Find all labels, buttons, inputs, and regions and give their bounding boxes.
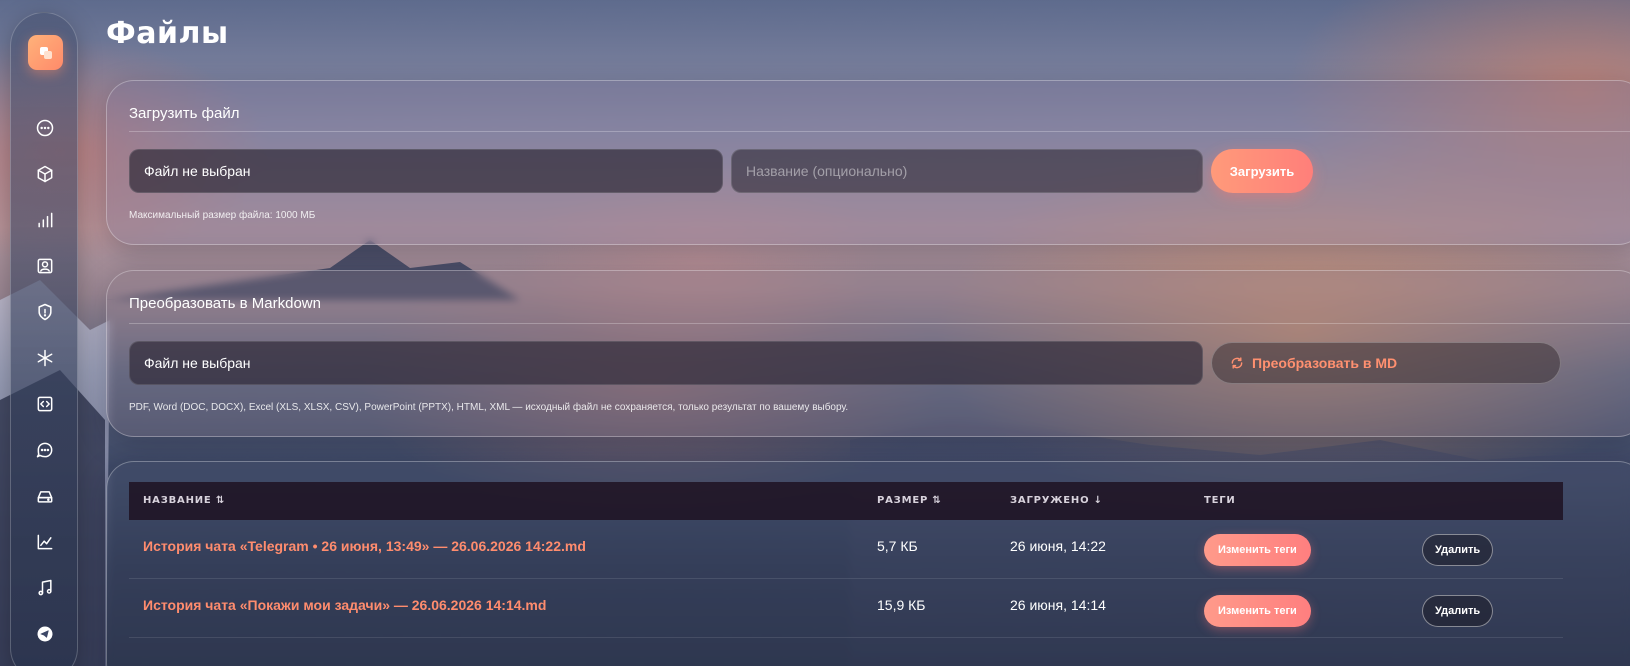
convert-card: Преобразовать в Markdown Файл не выбран … (106, 270, 1630, 437)
edit-tags-button[interactable]: Изменить теги (1204, 595, 1311, 627)
file-name-link[interactable]: История чата «Покажи мои задачи» — 26.06… (143, 597, 546, 613)
bar-chart-icon[interactable] (34, 209, 56, 231)
chat-icon[interactable] (34, 117, 56, 139)
chat-bubble-icon[interactable] (34, 439, 56, 461)
delete-button[interactable]: Удалить (1422, 534, 1494, 566)
logo-icon (39, 46, 52, 59)
app-logo[interactable] (28, 35, 63, 70)
refresh-icon (1231, 357, 1243, 369)
convert-file-picker-label: Файл не выбран (144, 355, 251, 371)
upload-card: Загрузить файл Файл не выбран Загрузить … (106, 80, 1630, 245)
code-icon[interactable] (34, 393, 56, 415)
file-name-link[interactable]: История чата «Telegram • 26 июня, 13:49»… (143, 538, 586, 554)
sidebar (10, 12, 78, 666)
convert-to-md-button[interactable]: Преобразовать в MD (1211, 342, 1561, 384)
table-row: История чата «Telegram • 26 июня, 13:49»… (129, 520, 1563, 579)
shield-icon[interactable] (34, 301, 56, 323)
table-header: НАЗВАНИЕ ⇅ РАЗМЕР ⇅ ЗАГРУЖЕНО ↓ ТЕГИ (129, 482, 1563, 520)
delete-button[interactable]: Удалить (1422, 595, 1494, 627)
edit-tags-button[interactable]: Изменить теги (1204, 534, 1311, 566)
files-table-card: НАЗВАНИЕ ⇅ РАЗМЕР ⇅ ЗАГРУЖЕНО ↓ ТЕГИ Ист… (106, 461, 1630, 666)
convert-hint: PDF, Word (DOC, DOCX), Excel (XLS, XLSX,… (129, 402, 849, 413)
convert-heading: Преобразовать в Markdown (129, 295, 321, 312)
convert-to-md-label: Преобразовать в MD (1252, 355, 1398, 371)
column-header-size[interactable]: РАЗМЕР ⇅ (877, 495, 942, 506)
file-name-input[interactable] (731, 149, 1203, 193)
upload-hint: Максимальный размер файла: 1000 МБ (129, 210, 316, 221)
upload-heading: Загрузить файл (129, 105, 240, 122)
upload-file-picker[interactable]: Файл не выбран (129, 149, 723, 193)
contact-icon[interactable] (34, 255, 56, 277)
convert-divider (129, 323, 1630, 324)
file-uploaded-date: 26 июня, 14:22 (1010, 538, 1106, 554)
table-row: История чата «Покажи мои задачи» — 26.06… (129, 579, 1563, 638)
drive-icon[interactable] (34, 485, 56, 507)
upload-file-picker-label: Файл не выбран (144, 163, 251, 179)
trend-chart-icon[interactable] (34, 531, 56, 553)
column-header-tags: ТЕГИ (1204, 495, 1236, 506)
telegram-icon[interactable] (34, 623, 56, 645)
file-size: 15,9 КБ (877, 597, 926, 613)
file-uploaded-date: 26 июня, 14:14 (1010, 597, 1106, 613)
asterisk-icon[interactable] (34, 347, 56, 369)
music-icon[interactable] (34, 577, 56, 599)
upload-divider (129, 131, 1630, 132)
box-icon[interactable] (34, 163, 56, 185)
column-header-uploaded[interactable]: ЗАГРУЖЕНО ↓ (1010, 495, 1103, 506)
page-title: Файлы (106, 16, 229, 51)
convert-file-picker[interactable]: Файл не выбран (129, 341, 1203, 385)
upload-button[interactable]: Загрузить (1211, 149, 1313, 193)
file-size: 5,7 КБ (877, 538, 918, 554)
column-header-name[interactable]: НАЗВАНИЕ ⇅ (143, 495, 225, 506)
